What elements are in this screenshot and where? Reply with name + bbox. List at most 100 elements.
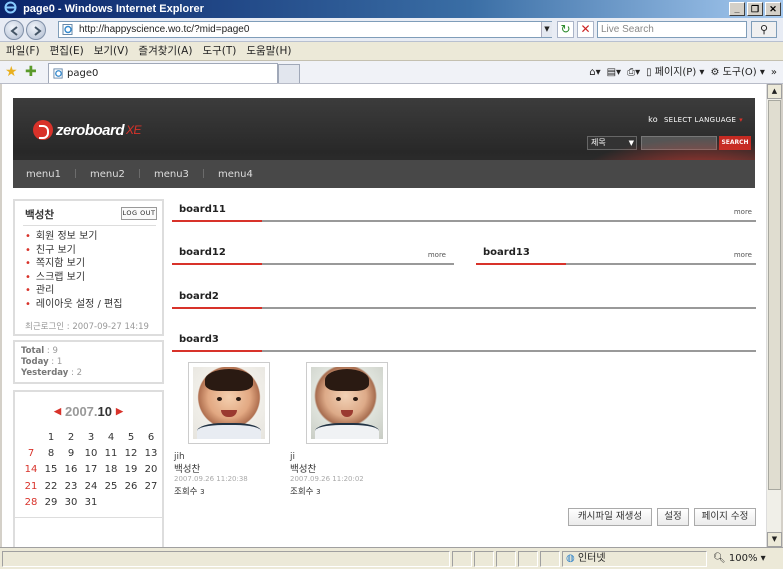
calendar-day[interactable]: 16 bbox=[61, 462, 81, 478]
address-dropdown-icon[interactable]: ▼ bbox=[541, 22, 552, 37]
calendar-day[interactable]: 2 bbox=[61, 430, 81, 446]
nav-menu4[interactable]: menu4 bbox=[218, 169, 266, 180]
add-favorites-icon[interactable]: ✚ bbox=[25, 64, 37, 80]
refresh-icon[interactable]: ↻ bbox=[557, 21, 574, 38]
calendar-day[interactable]: 14 bbox=[21, 462, 41, 478]
close-window-button[interactable]: ✕ bbox=[765, 2, 781, 16]
calendar-day[interactable]: 28 bbox=[21, 495, 41, 511]
site-search-input[interactable] bbox=[641, 136, 717, 150]
feeds-icon[interactable]: ▤▾ bbox=[607, 64, 621, 81]
tab-page0[interactable]: page0 bbox=[48, 63, 278, 83]
tools-menu[interactable]: ⚙ 도구(O) ▾ bbox=[710, 64, 764, 81]
board-title[interactable]: board12 bbox=[179, 247, 226, 258]
gallery-title[interactable]: 백성찬 bbox=[290, 461, 316, 475]
search-go-icon[interactable]: ⚲ bbox=[751, 21, 777, 38]
calendar-day[interactable]: 7 bbox=[21, 446, 41, 462]
search-target-select[interactable]: 제목 ▼ bbox=[587, 136, 637, 150]
views-value: 3 bbox=[200, 488, 205, 496]
logout-button[interactable]: LOG OUT bbox=[121, 207, 157, 220]
scrap-link[interactable]: 스크랩 보기 bbox=[25, 271, 122, 285]
vertical-scrollbar[interactable]: ▲ ▼ bbox=[766, 84, 782, 547]
scroll-down-icon[interactable]: ▼ bbox=[767, 532, 782, 547]
calendar-day[interactable]: 19 bbox=[121, 462, 141, 478]
calendar-day[interactable]: 20 bbox=[141, 462, 161, 478]
calendar-day[interactable]: 15 bbox=[41, 462, 61, 478]
board-more-link[interactable]: more bbox=[428, 251, 446, 259]
minimize-button[interactable]: _ bbox=[729, 2, 745, 16]
calendar-day[interactable]: 11 bbox=[101, 446, 121, 462]
menu-file[interactable]: 파일(F) bbox=[6, 42, 40, 60]
calendar-day[interactable]: 4 bbox=[101, 430, 121, 446]
calendar-day[interactable]: 1 bbox=[41, 430, 61, 446]
nav-menu1[interactable]: menu1 bbox=[26, 169, 74, 180]
site-search-button[interactable]: SEARCH bbox=[719, 136, 751, 150]
member-info-link[interactable]: 회원 정보 보기 bbox=[25, 230, 122, 244]
gallery-title[interactable]: 백성찬 bbox=[174, 461, 200, 475]
calendar-day[interactable]: 27 bbox=[141, 479, 161, 495]
new-tab-button[interactable] bbox=[278, 64, 300, 83]
board-more-link[interactable]: more bbox=[734, 251, 752, 259]
edit-page-button[interactable]: 페이지 수정 bbox=[694, 508, 756, 526]
next-month-icon[interactable]: ▶ bbox=[116, 406, 123, 416]
calendar-day[interactable]: 23 bbox=[61, 479, 81, 495]
chevron-more-icon[interactable]: » bbox=[771, 64, 777, 81]
gallery-thumbnail[interactable] bbox=[188, 362, 270, 444]
prev-month-icon[interactable]: ◀ bbox=[54, 406, 61, 416]
live-search-input[interactable]: Live Search bbox=[597, 21, 747, 38]
scroll-up-icon[interactable]: ▲ bbox=[767, 84, 782, 99]
menu-view[interactable]: 보기(V) bbox=[94, 42, 129, 60]
menu-edit[interactable]: 편집(E) bbox=[50, 42, 84, 60]
calendar-day[interactable]: 12 bbox=[121, 446, 141, 462]
scrollbar-thumb[interactable] bbox=[768, 100, 781, 490]
calendar-day[interactable]: 21 bbox=[21, 479, 41, 495]
menu-help[interactable]: 도움말(H) bbox=[246, 42, 291, 60]
calendar-day[interactable]: 13 bbox=[141, 446, 161, 462]
menu-tools[interactable]: 도구(T) bbox=[202, 42, 236, 60]
back-button[interactable] bbox=[4, 20, 24, 40]
board-title[interactable]: board11 bbox=[179, 204, 226, 215]
restore-button[interactable]: ❐ bbox=[747, 2, 763, 16]
board-title[interactable]: board3 bbox=[179, 334, 219, 345]
nav-menu2[interactable]: menu2 bbox=[90, 169, 138, 180]
calendar-day[interactable]: 22 bbox=[41, 479, 61, 495]
language-selector[interactable]: ko SELECT LANGUAGE ▾ bbox=[648, 115, 743, 124]
calendar-day[interactable]: 3 bbox=[81, 430, 101, 446]
friends-link[interactable]: 친구 보기 bbox=[25, 244, 122, 258]
calendar-day[interactable]: 8 bbox=[41, 446, 61, 462]
board2: board2 bbox=[172, 291, 756, 311]
calendar-day[interactable]: 31 bbox=[81, 495, 101, 511]
home-icon[interactable]: ⌂▾ bbox=[589, 64, 600, 81]
board-title[interactable]: board13 bbox=[483, 247, 530, 258]
calendar-day[interactable]: 18 bbox=[101, 462, 121, 478]
calendar-day[interactable]: 9 bbox=[61, 446, 81, 462]
calendar-day[interactable]: 30 bbox=[61, 495, 81, 511]
views-value: 3 bbox=[316, 488, 321, 496]
favorites-star-icon[interactable]: ★ bbox=[5, 64, 18, 80]
calendar-day[interactable]: 10 bbox=[81, 446, 101, 462]
gallery-thumbnail[interactable] bbox=[306, 362, 388, 444]
calendar-day[interactable]: 24 bbox=[81, 479, 101, 495]
settings-button[interactable]: 설정 bbox=[657, 508, 689, 526]
menu-favorites[interactable]: 즐겨찾기(A) bbox=[138, 42, 192, 60]
calendar-day[interactable]: 29 bbox=[41, 495, 61, 511]
site-logo[interactable]: zeroboard XE bbox=[33, 120, 142, 140]
calendar-day[interactable]: 26 bbox=[121, 479, 141, 495]
messages-link[interactable]: 쪽지함 보기 bbox=[25, 257, 122, 271]
regenerate-cache-button[interactable]: 캐시파일 재생성 bbox=[568, 508, 652, 526]
address-input[interactable]: http://happyscience.wo.tc/?mid=page0 bbox=[58, 21, 552, 38]
stop-icon[interactable]: ✕ bbox=[577, 21, 594, 38]
calendar-day[interactable]: 5 bbox=[121, 430, 141, 446]
forward-button[interactable] bbox=[26, 20, 46, 40]
zoom-control[interactable]: 🔍︎ 100% ▾ bbox=[713, 552, 766, 566]
calendar-day[interactable]: 25 bbox=[101, 479, 121, 495]
layout-settings-link[interactable]: 레이아웃 설정 / 편집 bbox=[25, 298, 123, 312]
board-title[interactable]: board2 bbox=[179, 291, 219, 302]
board-more-link[interactable]: more bbox=[734, 208, 752, 216]
page-menu[interactable]: ▯ 페이지(P) ▾ bbox=[646, 64, 704, 81]
calendar-month: 10 bbox=[97, 404, 112, 419]
admin-link[interactable]: 관리 bbox=[25, 284, 122, 298]
calendar-day[interactable]: 17 bbox=[81, 462, 101, 478]
nav-menu3[interactable]: menu3 bbox=[154, 169, 202, 180]
print-icon[interactable]: ⎙▾ bbox=[627, 64, 640, 81]
calendar-day[interactable]: 6 bbox=[141, 430, 161, 446]
